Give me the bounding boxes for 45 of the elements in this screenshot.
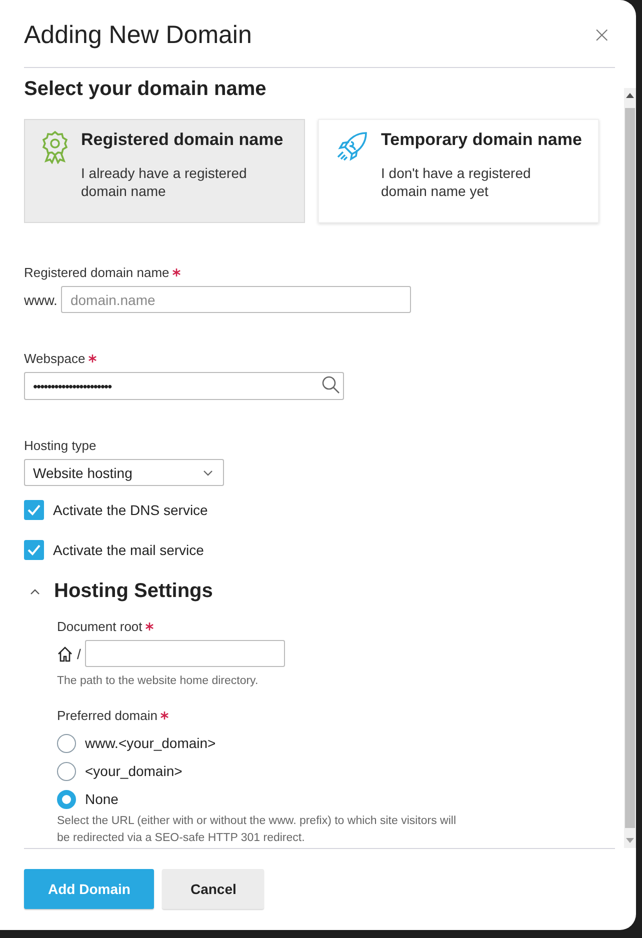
document-root-field[interactable]	[84, 640, 285, 667]
checkbox-label: Activate the DNS service	[53, 502, 208, 518]
domain-name-field[interactable]: domain.name	[61, 286, 412, 313]
section-title: Select your domain name	[24, 78, 268, 101]
radio-label: www.<your_domain>	[85, 735, 216, 751]
domain-option-card[interactable]: Registered domain name I already have a registered domain name	[24, 119, 305, 223]
radio-button[interactable]	[57, 762, 76, 780]
dialog-title: Adding New Domain	[24, 21, 252, 50]
scroll-down-icon[interactable]	[626, 838, 634, 844]
chevron-down-icon	[203, 470, 213, 476]
search-icon[interactable]	[321, 375, 341, 395]
domain-prefix: www.	[24, 292, 58, 308]
path-separator: /	[77, 646, 81, 662]
webspace-field[interactable]: ••••••••••••••••••••••	[24, 372, 344, 400]
section-title: Hosting Settings	[54, 580, 213, 603]
checkbox[interactable]	[24, 540, 44, 560]
radio-label: None	[85, 791, 118, 807]
scroll-up-icon[interactable]	[626, 92, 634, 98]
field-label: Preferred domain	[57, 708, 158, 723]
radio-label: <your_domain>	[85, 763, 182, 779]
option-description: I already have a registered domain name	[81, 164, 248, 200]
domain-option-card[interactable]: Temporary domain name I don't have a registered domain name yet	[318, 119, 599, 223]
field-hint: The path to the website home directory.	[57, 674, 260, 689]
checkbox-label: Activate the mail service	[53, 542, 204, 558]
home-icon	[57, 646, 73, 662]
hosting-type-dropdown[interactable]: Website hosting	[24, 459, 224, 486]
field-hint: Select the URL (either with or without the www. prefix) to which site visitors will be redirected via a SEO-safe HTTP 301 redirect.	[57, 814, 457, 846]
field-label: Hosting type	[24, 438, 96, 453]
close-button[interactable]: ×	[588, 23, 615, 48]
field-label: Webspace	[24, 351, 86, 366]
collapse-toggle[interactable]	[30, 588, 40, 594]
field-label: Document root	[57, 619, 142, 634]
scrollbar[interactable]	[624, 88, 636, 848]
field-label: Registered domain name	[24, 265, 170, 280]
rocket-icon	[335, 130, 369, 164]
award-icon	[41, 130, 69, 164]
cancel-button[interactable]: Cancel	[162, 869, 264, 909]
option-title: Registered domain name	[81, 130, 284, 150]
checkmark-icon	[27, 544, 41, 556]
checkmark-icon	[27, 504, 41, 516]
checkbox[interactable]	[24, 500, 44, 520]
radio-button[interactable]	[57, 790, 76, 808]
radio-button[interactable]	[57, 734, 76, 752]
option-title: Temporary domain name	[381, 130, 582, 150]
option-description: I don't have a registered domain name yet	[381, 164, 532, 200]
